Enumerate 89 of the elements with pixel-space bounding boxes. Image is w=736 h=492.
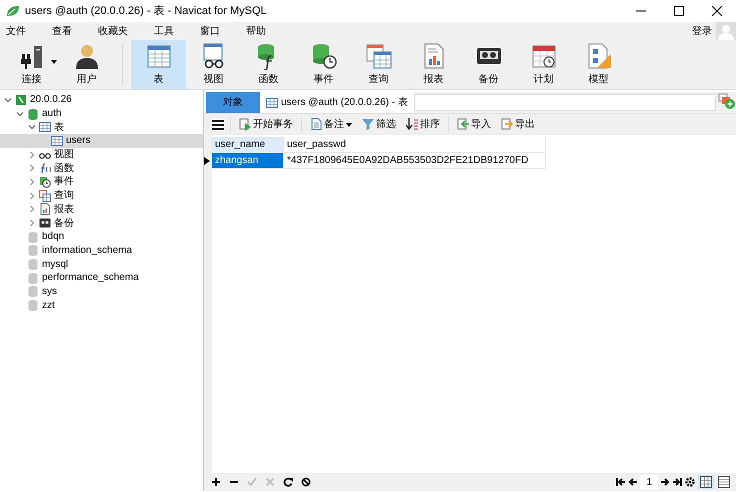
play-document-icon [239,118,251,131]
expand-chevron-icon[interactable] [28,192,36,200]
tree-item[interactable]: 函数 [0,161,203,176]
window-title: users @auth (20.0.0.26) - 表 - Navicat for MySQL [25,4,267,19]
form-view-button[interactable] [716,475,732,489]
table-icon [266,96,278,108]
stop-icon[interactable] [301,477,311,487]
report-icon [39,203,51,216]
login-link[interactable]: 登录 [692,24,712,38]
import-button[interactable]: 导入 [455,117,493,132]
tree-item[interactable]: 备份 [0,216,203,230]
menu-item[interactable]: 收藏夹 [98,24,128,38]
schedule-button[interactable]: 计划 [516,40,571,89]
view-button[interactable]: 视图 [186,40,241,89]
previous-page-icon[interactable] [628,477,638,487]
menu-item[interactable]: 工具 [154,24,174,38]
menu-item[interactable]: 查看 [52,24,72,38]
document-icon [310,118,322,131]
tree-item[interactable]: 视图 [0,148,203,162]
event-button[interactable]: 事件 [296,40,351,89]
refresh-icon[interactable] [283,477,293,487]
expand-chevron-icon[interactable] [28,205,36,214]
tree-item[interactable]: 查询 [0,188,203,202]
tab[interactable]: 对象 [206,92,260,113]
tree-item[interactable]: 表 [0,120,203,134]
collapse-chevron-icon[interactable] [4,96,12,104]
menu-item[interactable]: 窗口 [200,24,220,38]
query-button[interactable]: 查询 [351,40,406,89]
column-header[interactable]: user_name [212,137,284,153]
table-cell: zhangsan [212,153,284,169]
transaction-button[interactable]: 开始事务 [237,117,295,132]
cassette-icon [39,217,51,230]
export-icon [501,118,513,131]
menu-item[interactable]: 文件 [6,24,26,38]
tree-item[interactable]: auth [0,106,203,120]
table-cell: *437F1809645E0A92DAB553503D2FE21DB91270FD [284,153,546,169]
query-icon [39,190,51,202]
function-button[interactable]: 函数 [241,40,296,89]
user-button[interactable]: 用户 [59,40,114,89]
expand-chevron-icon[interactable] [28,178,36,186]
settings-icon[interactable] [684,476,696,488]
first-page-icon[interactable] [616,477,626,487]
tree-item[interactable]: mysql [0,257,203,271]
next-page-icon[interactable] [660,477,670,487]
report-button[interactable]: 报表 [406,40,461,89]
tree-item[interactable]: 报表 [0,202,203,216]
leaf-logo-icon [6,5,20,17]
export-button[interactable]: 导出 [499,117,537,132]
import-icon [457,118,469,131]
add-icon[interactable] [211,477,221,487]
table-icon [39,121,51,134]
tree-item[interactable]: users [0,134,203,148]
maximize-icon[interactable] [674,6,684,16]
tree-item[interactable]: zzt [0,298,203,312]
note-button[interactable]: 备注 [308,117,354,132]
query-icon [364,42,392,70]
table-icon [51,134,63,147]
new-object-icon[interactable] [718,92,736,110]
collapse-chevron-icon[interactable] [16,110,24,118]
table-button[interactable]: 表 [131,40,186,89]
collapse-chevron-icon[interactable] [28,123,36,132]
close-icon[interactable] [712,6,722,16]
connection-button[interactable]: 连接 [4,40,59,89]
filter-button[interactable]: 筛选 [360,117,398,132]
filter-icon [362,118,374,131]
sort-button[interactable]: 排序 [404,117,442,132]
tree-item[interactable]: bdqn [0,230,203,244]
tree-item[interactable]: sys [0,284,203,298]
tab[interactable]: users @auth (20.0.0.26) - 表 [260,92,414,113]
menu-icon[interactable] [212,118,224,130]
tree-item[interactable]: information_schema [0,244,203,258]
expand-chevron-icon[interactable] [28,219,36,228]
backup-button[interactable]: 备份 [461,40,516,89]
page-number-field[interactable]: 1 [640,474,658,490]
database-clock-icon [39,176,51,188]
connection-icon [15,94,27,106]
sort-icon [406,118,418,131]
expand-chevron-icon[interactable] [28,150,36,159]
expand-chevron-icon[interactable] [28,164,36,172]
tree-item[interactable]: 事件 [0,175,203,189]
last-page-icon[interactable] [672,477,682,487]
tree-item[interactable]: 20.0.0.26 [0,93,203,107]
caret-icon[interactable] [51,60,57,64]
grid-view-button[interactable] [698,475,714,489]
tree-item[interactable]: performance_schema [0,270,203,285]
column-header[interactable]: user_passwd [284,137,546,153]
model-button[interactable]: 模型 [571,40,626,89]
function-icon [39,162,51,174]
menu-item[interactable]: 帮助 [246,24,266,38]
